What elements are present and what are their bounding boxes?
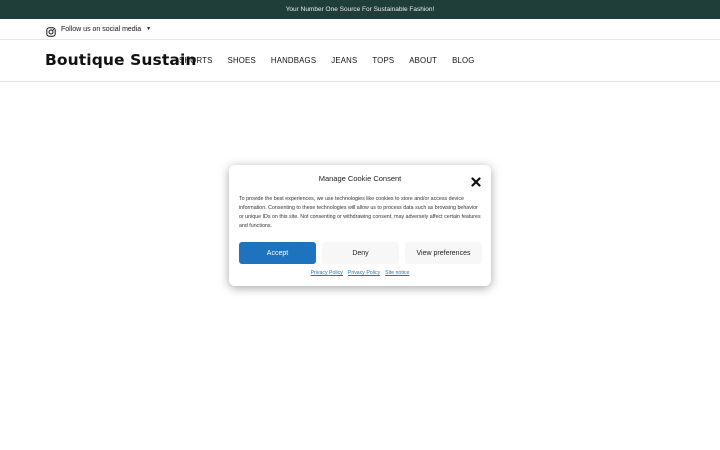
deny-button[interactable]: Deny: [322, 242, 399, 264]
nav-item-blog[interactable]: BLOG: [452, 56, 474, 65]
nav-item-about[interactable]: ABOUT: [409, 56, 437, 65]
social-bar: Follow us on social media ▼: [0, 19, 720, 40]
dialog-links: Privacy Policy Privacy Policy Site notic…: [229, 270, 491, 276]
accept-button[interactable]: Accept: [239, 242, 316, 264]
dialog-title: Manage Cookie Consent: [318, 174, 402, 183]
close-icon[interactable]: [471, 174, 481, 187]
banner-text: Your Number One Source For Sustainable F…: [285, 6, 435, 13]
privacy-policy-link-2[interactable]: Privacy Policy: [348, 270, 380, 276]
main-nav: SHORTS SHOES HANDBAGS JEANS TOPS ABOUT B…: [179, 56, 490, 65]
dialog-message: To provide the best experiences, we use …: [239, 196, 481, 229]
nav-item-handbags[interactable]: HANDBAGS: [271, 56, 316, 65]
social-label[interactable]: Follow us on social media: [61, 26, 141, 33]
top-banner: Your Number One Source For Sustainable F…: [0, 0, 720, 19]
privacy-policy-link[interactable]: Privacy Policy: [311, 270, 343, 276]
nav-item-jeans[interactable]: JEANS: [331, 56, 357, 65]
instagram-icon[interactable]: [46, 24, 56, 37]
nav-item-tops[interactable]: TOPS: [372, 56, 394, 65]
brand-logo[interactable]: Boutique Sustain: [45, 51, 197, 69]
site-notice-link[interactable]: Site notice: [385, 270, 409, 276]
site-header: Boutique Sustain SHORTS SHOES HANDBAGS J…: [0, 40, 720, 82]
nav-item-shoes[interactable]: SHOES: [228, 56, 256, 65]
nav-item-shorts[interactable]: SHORTS: [179, 56, 213, 65]
cookie-consent-dialog: Manage Cookie Consent To provide the bes…: [229, 165, 491, 286]
chevron-down-icon[interactable]: ▼: [146, 26, 151, 32]
view-preferences-button[interactable]: View preferences: [405, 242, 482, 264]
